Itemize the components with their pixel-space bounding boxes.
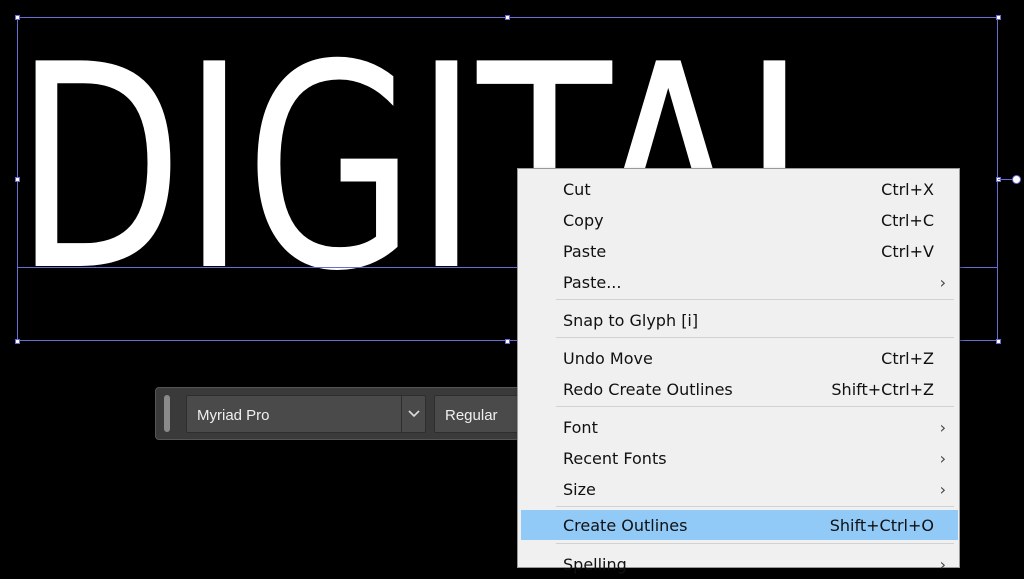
font-family-value: Myriad Pro	[197, 407, 270, 424]
menu-item-label: Cut	[563, 180, 591, 199]
menu-separator	[556, 299, 954, 300]
menu-item-label: Copy	[563, 211, 604, 230]
menu-item-paste-special[interactable]: Paste... ›	[521, 267, 958, 297]
menu-separator	[556, 543, 954, 544]
handle-top-center[interactable]	[505, 15, 510, 20]
font-family-dropdown[interactable]: Myriad Pro	[186, 395, 426, 433]
menu-item-size[interactable]: Size ›	[521, 474, 958, 504]
menu-item-label: Paste	[563, 242, 607, 261]
menu-item-cut[interactable]: Cut Ctrl+X	[521, 174, 958, 204]
handle-top-right[interactable]	[996, 15, 1001, 20]
menu-item-shortcut: Shift+Ctrl+O	[829, 516, 934, 535]
menu-item-paste[interactable]: Paste Ctrl+V	[521, 236, 958, 266]
menu-item-label: Font	[563, 418, 598, 437]
chevron-right-icon: ›	[939, 449, 946, 468]
menu-item-shortcut: Shift+Ctrl+Z	[831, 380, 934, 399]
chevron-right-icon: ›	[939, 555, 946, 574]
chevron-right-icon: ›	[939, 273, 946, 292]
menu-item-undo[interactable]: Undo Move Ctrl+Z	[521, 343, 958, 373]
handle-bottom-left[interactable]	[15, 339, 20, 344]
menu-item-label: Snap to Glyph [i]	[563, 311, 699, 330]
menu-item-redo[interactable]: Redo Create Outlines Shift+Ctrl+Z	[521, 374, 958, 404]
chevron-down-icon[interactable]	[405, 404, 423, 422]
contextual-task-bar: Myriad Pro Regular	[155, 387, 535, 440]
menu-separator	[556, 506, 954, 507]
chevron-right-icon: ›	[939, 480, 946, 499]
chevron-right-icon: ›	[939, 418, 946, 437]
menu-item-label: Create Outlines	[563, 516, 688, 535]
rotate-handle[interactable]	[1012, 175, 1021, 184]
handle-bottom-center[interactable]	[505, 339, 510, 344]
menu-item-label: Redo Create Outlines	[563, 380, 733, 399]
menu-item-spelling[interactable]: Spelling ›	[521, 549, 958, 579]
menu-item-recent-fonts[interactable]: Recent Fonts ›	[521, 443, 958, 473]
menu-item-shortcut: Ctrl+C	[880, 211, 934, 230]
menu-item-shortcut: Ctrl+X	[881, 180, 934, 199]
drag-grip[interactable]	[164, 395, 170, 432]
menu-item-font[interactable]: Font ›	[521, 412, 958, 442]
menu-item-label: Paste...	[563, 273, 622, 292]
menu-item-label: Recent Fonts	[563, 449, 667, 468]
context-menu: Cut Ctrl+X Copy Ctrl+C Paste Ctrl+V Past…	[517, 168, 960, 574]
dropdown-divider	[401, 396, 402, 432]
menu-separator	[556, 406, 954, 407]
menu-item-shortcut: Ctrl+V	[881, 242, 934, 261]
menu-item-create-outlines[interactable]: Create Outlines Shift+Ctrl+O	[521, 510, 958, 540]
handle-bottom-right[interactable]	[996, 339, 1001, 344]
handle-top-left[interactable]	[15, 15, 20, 20]
menu-separator	[556, 337, 954, 338]
menu-item-label: Size	[563, 480, 596, 499]
menu-item-shortcut: Ctrl+Z	[881, 349, 934, 368]
font-style-value: Regular	[445, 407, 498, 424]
handle-middle-left[interactable]	[15, 177, 20, 182]
menu-item-label: Spelling	[563, 555, 627, 574]
menu-item-label: Undo Move	[563, 349, 653, 368]
menu-item-snap-to-glyph[interactable]: Snap to Glyph [i]	[521, 305, 958, 335]
menu-item-copy[interactable]: Copy Ctrl+C	[521, 205, 958, 235]
